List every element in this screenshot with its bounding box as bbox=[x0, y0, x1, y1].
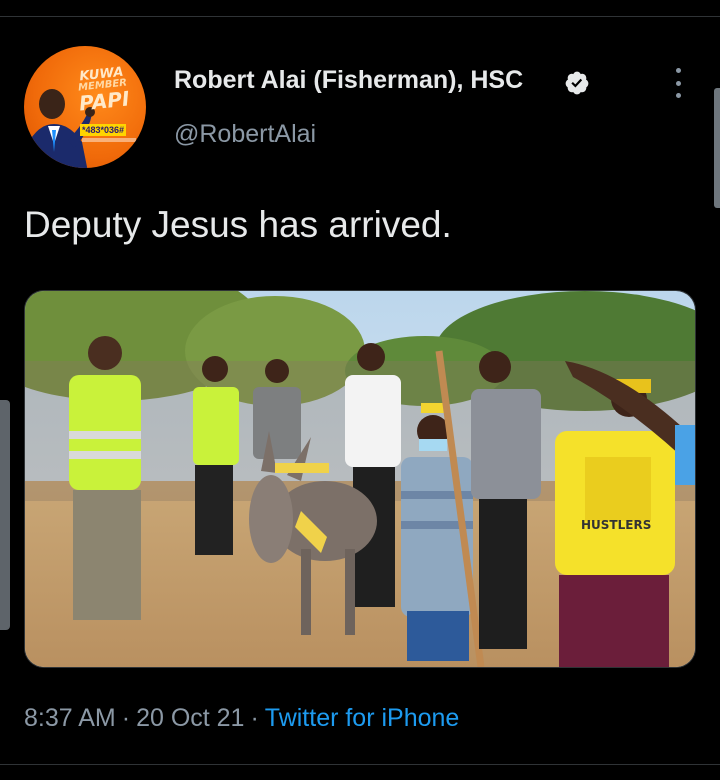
tweet-meta: 8:37 AM · 20 Oct 21 · Twitter for iPhone bbox=[24, 704, 459, 733]
scrollbar-thumb-right[interactable] bbox=[714, 88, 720, 208]
more-vertical-icon-dot bbox=[675, 80, 681, 86]
avatar-slogan-line3: PAPI bbox=[77, 86, 131, 116]
avatar-fine-print bbox=[82, 138, 136, 142]
scrollbar-thumb-left[interactable] bbox=[0, 400, 10, 630]
avatar[interactable]: KUWA MEMBER PAPI *483*036# bbox=[24, 46, 146, 168]
tweet-date: 20 Oct 21 bbox=[136, 704, 245, 732]
meta-separator: · bbox=[250, 704, 259, 732]
more-options-button[interactable] bbox=[666, 64, 690, 102]
avatar-ussd-number: *483*036# bbox=[80, 124, 127, 136]
more-vertical-icon bbox=[675, 68, 681, 73]
verified-badge-icon bbox=[565, 71, 589, 95]
tweet-photo-illustration: HUSTLERS bbox=[25, 291, 695, 667]
author-display-name[interactable]: Robert Alai (Fisherman), HSC bbox=[174, 66, 523, 95]
author-handle[interactable]: @RobertAlai bbox=[174, 120, 316, 149]
tweet-photo[interactable]: HUSTLERS bbox=[24, 290, 696, 668]
meta-separator: · bbox=[121, 704, 131, 732]
more-vertical-icon-dot bbox=[675, 93, 681, 98]
top-divider bbox=[0, 16, 720, 17]
avatar-slogan: KUWA MEMBER PAPI bbox=[66, 64, 140, 116]
tweet-time: 8:37 AM bbox=[24, 704, 116, 732]
tweet-text: Deputy Jesus has arrived. bbox=[24, 204, 452, 245]
shirt-print-text: HUSTLERS bbox=[581, 518, 651, 532]
tweet-source-link[interactable]: Twitter for iPhone bbox=[265, 704, 460, 732]
bottom-divider bbox=[0, 764, 720, 765]
